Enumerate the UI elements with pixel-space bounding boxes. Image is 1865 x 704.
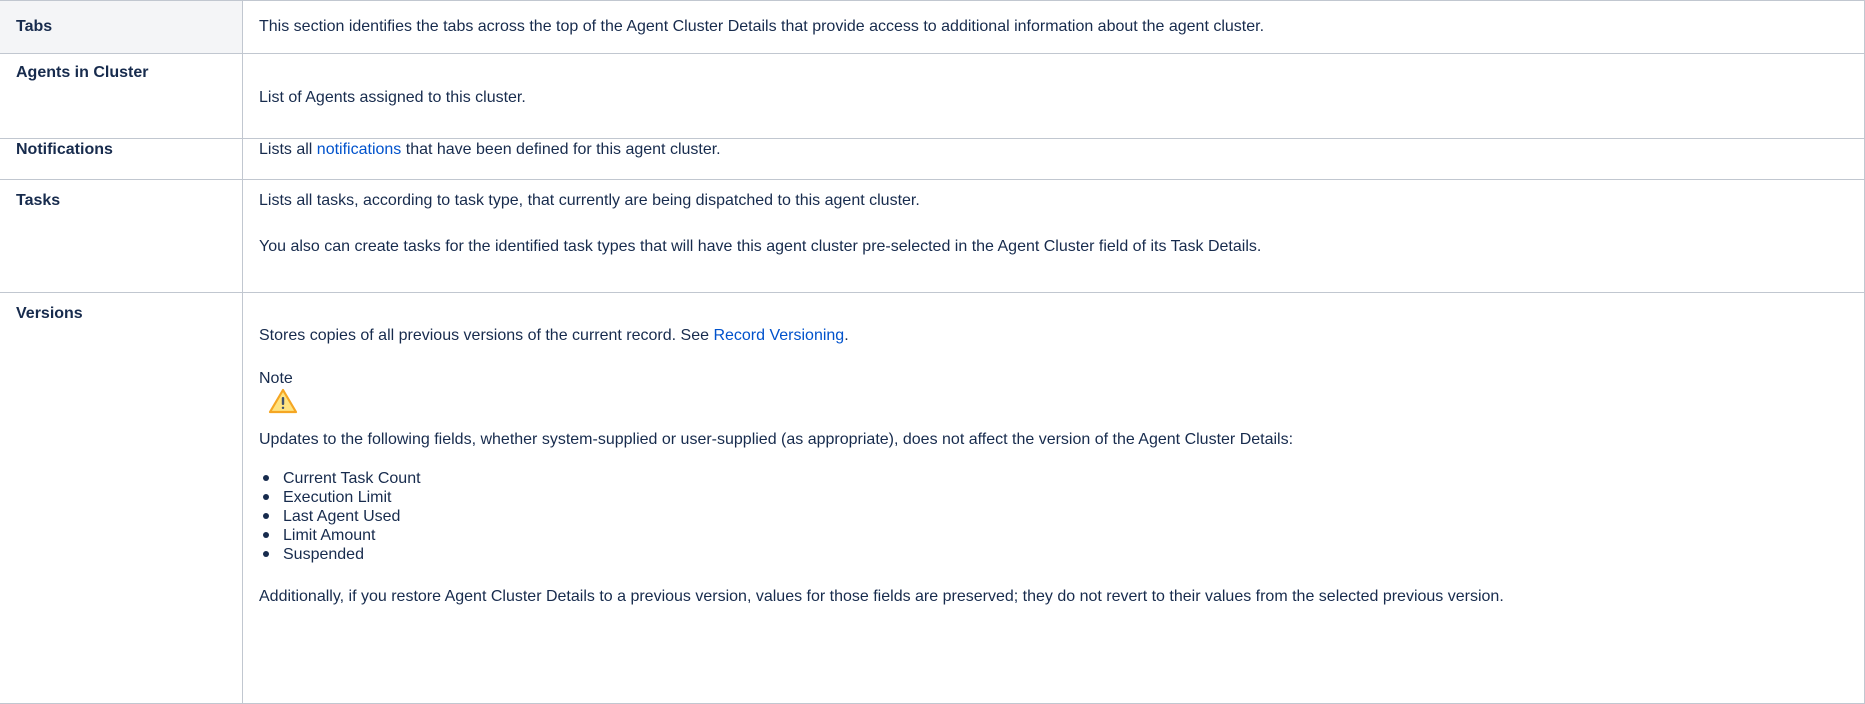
table-row-notifications: Notifications Lists all notifications th… — [0, 138, 1865, 180]
notifications-label: Notifications — [0, 138, 243, 180]
table-header-row: Tabs This section identifies the tabs ac… — [0, 0, 1865, 54]
list-item: Limit Amount — [263, 526, 1864, 545]
unversioned-fields-list: Current Task Count Execution Limit Last … — [259, 469, 1864, 564]
agent-cluster-tabs-table: Tabs This section identifies the tabs ac… — [0, 0, 1865, 704]
agents-in-cluster-cell: List of Agents assigned to this cluster. — [242, 53, 1865, 139]
versions-intro-before: Stores copies of all previous versions o… — [259, 327, 714, 344]
warning-icon — [268, 388, 298, 414]
versions-intro-after: . — [844, 327, 849, 344]
list-item: Last Agent Used — [263, 507, 1864, 526]
list-item: Execution Limit — [263, 488, 1864, 507]
notifications-link[interactable]: notifications — [317, 141, 402, 158]
table-row-versions: Versions Stores copies of all previous v… — [0, 292, 1865, 704]
versions-intro: Stores copies of all previous versions o… — [259, 325, 1864, 347]
list-item: Suspended — [263, 545, 1864, 564]
notifications-cell: Lists all notifications that have been d… — [242, 138, 1865, 180]
list-item: Current Task Count — [263, 469, 1864, 488]
record-versioning-link[interactable]: Record Versioning — [713, 327, 844, 344]
versions-updates-text: Updates to the following fields, whether… — [259, 431, 1294, 448]
tasks-paragraph-1: Lists all tasks, according to task type,… — [259, 192, 920, 209]
tabs-header-description: This section identifies the tabs across … — [242, 0, 1865, 54]
versions-label: Versions — [0, 292, 243, 704]
versions-cell: Stores copies of all previous versions o… — [242, 292, 1865, 704]
tasks-paragraph-2: You also can create tasks for the identi… — [259, 238, 1262, 255]
table-row-tasks: Tasks Lists all tasks, according to task… — [0, 179, 1865, 293]
table-row-agents-in-cluster: Agents in Cluster List of Agents assigne… — [0, 53, 1865, 139]
notifications-text-after: that have been defined for this agent cl… — [401, 141, 721, 158]
note-title: Note — [259, 370, 293, 387]
agents-in-cluster-description: List of Agents assigned to this cluster. — [259, 89, 526, 106]
notifications-text-before: Lists all — [259, 141, 317, 158]
tasks-cell: Lists all tasks, according to task type,… — [242, 179, 1865, 293]
tasks-label: Tasks — [0, 179, 243, 293]
versions-additionally-text: Additionally, if you restore Agent Clust… — [259, 588, 1504, 605]
agents-in-cluster-label: Agents in Cluster — [0, 53, 243, 139]
tabs-header-label: Tabs — [0, 0, 243, 54]
